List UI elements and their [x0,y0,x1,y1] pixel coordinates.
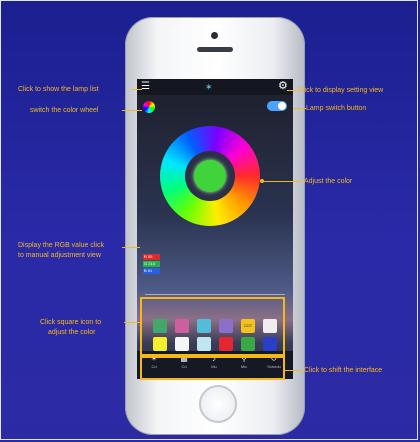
leader-line-rgb-value [122,247,140,248]
annotation-square-icon-1: Click square icon to [40,319,102,326]
leader-line-square-icon [124,322,140,323]
selected-color-preview [194,160,226,192]
leader-line-shift-interface [285,370,303,371]
leader-dot-adjust-color [260,179,264,183]
annotation-square-icon-2: adjust the color [48,329,96,336]
annotation-lamp-switch: Lamp switch button [306,105,367,112]
leader-line-display-setting [287,90,297,91]
rgb-red-value[interactable]: R 55 [143,254,160,260]
annotation-adjust-color: Adjust the color [304,178,353,185]
annotation-rgb-value-2: to manual adjustment view [18,252,101,259]
color-wheel[interactable] [160,126,260,226]
camera-icon [211,32,218,39]
annotation-shift-interface: Click to shift the interface [304,367,383,374]
annotation-display-setting: Click to display setting view [298,87,384,94]
brightness-slider[interactable] [145,294,285,295]
app-top-bar: ☰ ✶ ⚙ [137,79,293,95]
annotation-color-wheel: switch the color wheel [30,107,99,114]
swatch-highlight-box [140,297,285,356]
leader-line-adjust-color [262,181,302,182]
lamp-switch-toggle[interactable] [267,101,287,111]
settings-gear-icon[interactable]: ⚙ [278,80,288,93]
rgb-green-value[interactable]: G 213 [143,261,160,267]
lamp-list-menu-icon[interactable]: ☰ [141,81,150,93]
rgb-blue-value[interactable]: B 51 [143,268,160,274]
home-button [199,385,237,423]
speaker-grille [197,47,233,52]
tab-bar-highlight-box [140,356,285,380]
color-wheel-switch-icon[interactable] [143,101,155,113]
leader-line-lamp-switch [294,108,306,109]
leader-line-lamp-list [132,89,142,90]
annotation-rgb-value-1: Display the RGB value click [18,242,104,249]
annotation-lamp-list: Click to show the lamp list [18,86,99,93]
leader-line-color-wheel [122,110,142,111]
app-logo-icon: ✶ [205,82,213,92]
